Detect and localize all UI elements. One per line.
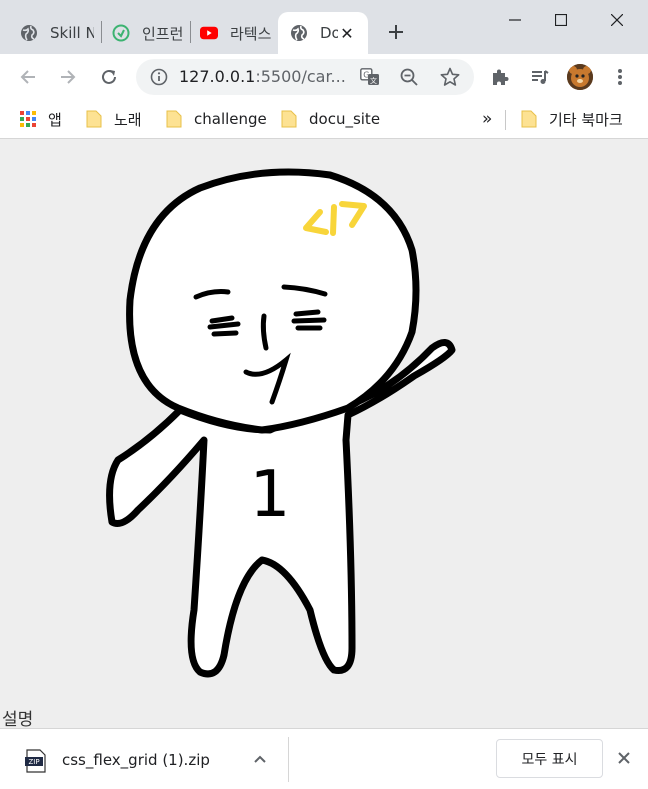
reload-button[interactable]: [95, 63, 123, 91]
bookmark-label: 노래: [114, 110, 142, 129]
bookmark-apps[interactable]: 앱: [20, 107, 62, 131]
close-icon: [618, 752, 630, 764]
arrow-left-icon: [20, 70, 35, 84]
zoom-out-icon[interactable]: [400, 68, 418, 86]
inflearn-icon: [112, 24, 130, 42]
bookmark-label: docu_site: [309, 110, 381, 128]
new-tab-button[interactable]: [384, 20, 408, 44]
folder-icon: [521, 110, 537, 128]
overflow-chevron-icon: »: [482, 109, 493, 129]
svg-text:文: 文: [370, 76, 377, 85]
download-options-button[interactable]: [250, 749, 270, 769]
tab-title: 라텍스: [230, 24, 272, 43]
folder-icon: [166, 110, 182, 128]
close-tab-icon[interactable]: ✕: [336, 22, 358, 44]
folder-icon: [86, 110, 102, 128]
url-text[interactable]: 127.0.0.1:5500/car...: [179, 67, 346, 86]
url-path: :5500/car...: [255, 67, 346, 86]
bookmarks-separator: [505, 110, 506, 130]
bookmarks-bar: 앱 노래 challenge docu_site » 기타 북마크: [0, 100, 648, 139]
forward-button[interactable]: [54, 63, 82, 91]
tab-inflearn[interactable]: 인프런: [92, 12, 190, 54]
zip-file-icon: ZIP: [25, 749, 47, 773]
chevron-up-icon: [254, 755, 266, 763]
folder-icon: [281, 110, 297, 128]
avatar-image: [567, 64, 593, 90]
bookmark-folder-docu-site[interactable]: docu_site: [281, 107, 380, 131]
globe-icon: [20, 24, 38, 42]
image-caption: 설명: [2, 710, 34, 730]
reload-icon: [102, 69, 116, 84]
download-separator: [288, 737, 289, 782]
tab-skill[interactable]: Skill N: [0, 12, 100, 54]
maximize-icon: [555, 14, 567, 26]
arrow-right-icon: [61, 70, 76, 84]
tab-active[interactable]: Do ✕: [278, 12, 368, 54]
puzzle-icon: [493, 69, 509, 85]
download-file-name[interactable]: css_flex_grid (1).zip: [62, 751, 210, 769]
bookmark-label: 기타 북마크: [549, 110, 623, 129]
bookmark-label: challenge: [194, 110, 267, 128]
download-bar: ZIP css_flex_grid (1).zip 모두 표시: [0, 728, 648, 789]
maximize-button[interactable]: [538, 0, 584, 40]
close-icon: [611, 14, 623, 26]
show-all-button[interactable]: 모두 표시: [496, 739, 603, 778]
more-vertical-icon: [618, 69, 622, 85]
back-button[interactable]: [14, 63, 42, 91]
tab-title: Skill N: [50, 24, 94, 42]
profile-avatar[interactable]: [567, 64, 593, 90]
minimize-button[interactable]: [492, 0, 538, 40]
bookmark-label: 앱: [48, 110, 62, 129]
bookmark-folder-other[interactable]: 기타 북마크: [521, 107, 623, 131]
minimize-icon: [509, 19, 521, 21]
close-download-bar-button[interactable]: [613, 747, 635, 769]
bookmarks-overflow-button[interactable]: »: [482, 107, 492, 131]
bookmark-folder-song[interactable]: 노래: [86, 107, 142, 131]
address-bar[interactable]: 127.0.0.1:5500/car... G文: [136, 59, 474, 95]
bookmark-folder-challenge[interactable]: challenge: [166, 107, 267, 131]
close-window-button[interactable]: [594, 0, 640, 40]
globe-icon: [290, 24, 308, 42]
svg-text:ZIP: ZIP: [28, 758, 39, 766]
star-icon[interactable]: [440, 67, 460, 87]
url-host: 127.0.0.1: [179, 67, 256, 86]
page-content: 1 설명: [0, 140, 648, 730]
info-icon[interactable]: [150, 68, 168, 86]
extensions-button[interactable]: [486, 63, 514, 91]
character-drawing: 1: [106, 168, 456, 678]
media-control-button[interactable]: [526, 63, 554, 91]
youtube-icon: [200, 24, 218, 42]
belly-number: 1: [250, 458, 291, 532]
translate-icon[interactable]: G文: [360, 68, 380, 86]
browser-toolbar: 127.0.0.1:5500/car... G文: [0, 54, 648, 100]
playlist-icon: [532, 70, 549, 84]
tab-strip: Skill N 인프런 라텍스 Do ✕: [0, 0, 648, 54]
menu-button[interactable]: [606, 63, 634, 91]
apps-grid-icon: [20, 110, 36, 128]
tab-youtube[interactable]: 라텍스: [180, 12, 278, 54]
plus-icon: [389, 25, 403, 39]
